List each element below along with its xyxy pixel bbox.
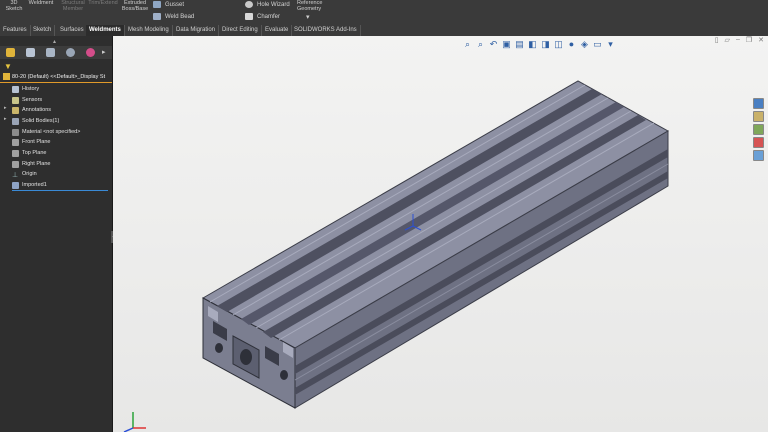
sensors-icon <box>12 96 19 104</box>
weld-bead-icon <box>153 13 161 20</box>
chamfer-icon <box>245 13 253 20</box>
aluminum-extrusion-beam[interactable] <box>201 80 670 409</box>
hole-wizard-button[interactable]: Hole Wizard <box>245 1 290 8</box>
weld-bead-button[interactable]: Weld Bead <box>153 13 194 20</box>
tab-data-migration[interactable]: Data Migration <box>173 25 220 36</box>
tree-item-annotations[interactable]: Annotations <box>12 105 51 115</box>
weldment-button[interactable]: Weldment <box>26 0 56 6</box>
reference-triad-icon <box>123 412 146 432</box>
tree-item-label: Imported1 <box>22 182 47 188</box>
tree-item-label: Front Plane <box>22 139 51 145</box>
trim-extend-button[interactable]: Trim/Extend <box>88 0 118 6</box>
structural-member-button[interactable]: Structural Member <box>59 0 87 12</box>
tree-item-label: Right Plane <box>22 161 51 167</box>
material-icon <box>12 128 19 136</box>
tab-surfaces[interactable]: Surfaces <box>57 25 88 36</box>
reference-geometry-dropdown-icon[interactable]: ▾ <box>306 14 310 21</box>
tree-item-label: Material <not specified> <box>22 129 81 135</box>
tree-item-history[interactable]: History <box>12 84 39 94</box>
plane-icon <box>12 138 19 146</box>
annotations-icon <box>12 106 19 114</box>
model-view <box>123 80 670 432</box>
display-manager-tab-icon[interactable] <box>86 48 95 57</box>
tree-item-label: Top Plane <box>22 150 47 156</box>
part-icon <box>3 73 10 81</box>
tab-sketch[interactable]: Sketch <box>30 25 56 36</box>
configuration-manager-tab-icon[interactable] <box>46 48 55 57</box>
tab-mesh-modeling[interactable]: Mesh Modeling <box>125 25 173 36</box>
3d-sketch-button[interactable]: 3D Sketch <box>3 0 25 12</box>
tab-solidworks-add-ins[interactable]: SOLIDWORKS Add-Ins <box>291 25 361 36</box>
feature-manager-tab-icon[interactable] <box>6 48 15 57</box>
tree-item-origin[interactable]: ⊥ Origin <box>12 169 37 179</box>
chamfer-button[interactable]: Chamfer <box>245 13 280 20</box>
tab-direct-editing[interactable]: Direct Editing <box>219 25 262 36</box>
tree-item-front-plane[interactable]: Front Plane <box>12 137 50 147</box>
solid-bodies-icon <box>12 117 19 125</box>
hole-wizard-icon <box>245 1 253 8</box>
dimxpert-tab-icon[interactable] <box>66 48 75 57</box>
expand-annotations-icon[interactable]: ▸ <box>4 105 7 111</box>
tree-item-right-plane[interactable]: Right Plane <box>12 159 50 169</box>
tree-item-material[interactable]: Material <not specified> <box>12 127 80 137</box>
tab-features[interactable]: Features <box>0 25 31 36</box>
gusset-button[interactable]: Gusset <box>153 1 184 8</box>
tab-weldments[interactable]: Weldments <box>86 25 125 36</box>
panel-toolbar: ▸ <box>0 46 112 59</box>
tree-item-label: Sensors <box>22 97 43 103</box>
tree-item-top-plane[interactable]: Top Plane <box>12 148 46 158</box>
tree-item-solid-bodies[interactable]: Solid Bodies(1) <box>12 116 59 126</box>
plane-icon <box>12 149 19 157</box>
tree-item-label: Origin <box>22 171 37 177</box>
origin-icon: ⊥ <box>12 171 19 179</box>
history-icon <box>12 85 19 93</box>
tree-item-label: History <box>22 86 40 92</box>
panel-collapse-icon[interactable]: ▴ <box>53 38 56 45</box>
filter-icon[interactable]: ▼ <box>4 62 12 71</box>
property-manager-tab-icon[interactable] <box>26 48 35 57</box>
tree-root-label: 80-20 (Default) <<Default>_Display St <box>12 74 106 80</box>
feature-manager-panel: ▴ ▸ ▼ 80-20 (Default) <<Default>_Display… <box>0 36 116 432</box>
tab-evaluate[interactable]: Evaluate <box>262 25 293 36</box>
more-tabs-icon[interactable]: ▸ <box>102 48 111 57</box>
tree-item-sensors[interactable]: Sensors <box>12 95 42 105</box>
command-manager-ribbon: 3D Sketch Weldment Structural Member Tri… <box>0 0 768 26</box>
plane-icon <box>12 160 19 168</box>
extruded-boss-button[interactable]: Extruded Boss/Base <box>120 0 150 12</box>
reference-geometry-button[interactable]: Reference Geometry <box>297 0 325 12</box>
tree-root-part[interactable]: 80-20 (Default) <<Default>_Display St <box>0 72 112 83</box>
graphics-area[interactable]: ⌕ ⌕ ↶ ▣ ▤ ◧ ◨ ◫ ● ◈ ▭ ▾ ▯ ▱ – ❐ ✕ <box>113 36 768 432</box>
imported-body-icon <box>12 181 19 189</box>
gusset-icon <box>153 1 161 8</box>
tree-item-label: Solid Bodies(1) <box>22 118 60 124</box>
tree-item-imported1[interactable]: Imported1 <box>12 180 108 191</box>
tree-item-label: Annotations <box>22 107 52 113</box>
expand-solid-bodies-icon[interactable]: ▸ <box>4 116 7 122</box>
